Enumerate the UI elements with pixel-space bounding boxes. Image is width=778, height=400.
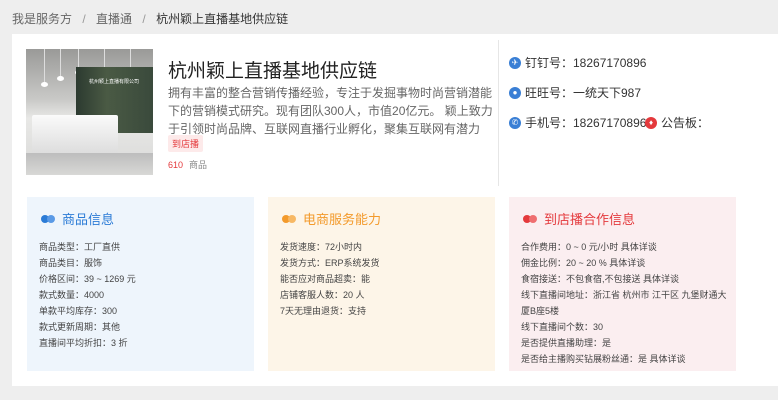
product-info-row: 直播间平均折扣：3 折 — [39, 338, 128, 348]
product-info-title: 商品信息 — [41, 209, 114, 228]
product-count-unit: 商品 — [189, 160, 208, 170]
breadcrumb-separator: / — [142, 12, 146, 26]
product-info-row: 单款平均库存：300 — [39, 306, 118, 316]
ecommerce-service-panel: 电商服务能力 发货速度：72小时内 发货方式：ERP系统发货 能否应对商品超卖：… — [268, 197, 495, 371]
ecommerce-dots-icon — [282, 214, 297, 224]
in-store-tag: 到店播 — [168, 135, 204, 152]
supplier-description: 拥有丰富的整合营销传播经验，专注于发掘事物时尚营销潜能下的营销模式研究。现有团队… — [168, 86, 493, 136]
in-store-cooperation-title-text: 到店播合作信息 — [544, 212, 636, 227]
breadcrumb-item-service-side[interactable]: 我是服务方 — [12, 12, 72, 26]
photo-sign-text: 杭州颖上直播有限公司 — [88, 79, 139, 85]
ecommerce-row: 发货方式：ERP系统发货 — [280, 258, 380, 268]
in-store-dots-icon — [523, 214, 538, 224]
notice-text: 公告板： — [661, 116, 710, 130]
in-store-row: 佣金比例：20 ~ 20 % 具体详谈 — [521, 258, 646, 268]
ecommerce-row: 7天无理由退货：支持 — [280, 306, 367, 316]
phone-text: 手机号：18267170896 — [525, 116, 647, 130]
contact-wangwang: ● 旺旺号：一统天下987 — [509, 84, 641, 101]
product-info-row: 款式数量：4000 — [39, 290, 105, 300]
in-store-cooperation-panel: 到店播合作信息 合作费用：0 ~ 0 元/小时 具体详谈 佣金比例：20 ~ 2… — [509, 197, 736, 371]
dingtalk-icon: ✈ — [509, 56, 521, 69]
product-info-panel: 商品信息 商品类型：工厂直供 商品类目：服饰 价格区间：39 ~ 1269 元 … — [27, 197, 254, 371]
product-info-row: 商品类目：服饰 — [39, 258, 103, 268]
breadcrumb-item-current: 杭州颖上直播基地供应链 — [156, 12, 289, 26]
contact-dingding: ✈ 钉钉号：18267170896 — [509, 54, 646, 71]
in-store-row: 是否提供直播助理：是 — [521, 338, 612, 348]
supplier-card: 杭州颖上直播有限公司 杭州颖上直播基地供应链 拥有丰富的整合营销传播经验，专注于… — [12, 34, 778, 386]
product-info-row: 价格区间：39 ~ 1269 元 — [39, 274, 136, 284]
breadcrumb: 我是服务方 / 直播通 / 杭州颖上直播基地供应链 — [12, 10, 288, 27]
product-info-title-text: 商品信息 — [62, 212, 115, 227]
phone-icon: ✆ — [509, 116, 521, 129]
product-info-row: 款式更新周期：其他 — [39, 322, 121, 332]
product-count-value: 610 — [168, 160, 184, 170]
notice-icon: ♦ — [645, 116, 657, 129]
product-info-dots-icon — [41, 214, 56, 224]
wangwang-text: 旺旺号：一统天下987 — [525, 86, 642, 100]
ecommerce-row: 发货速度：72小时内 — [280, 242, 363, 252]
in-store-row: 是否给主播购买钻展粉丝通：是 具体详谈 — [521, 354, 686, 364]
in-store-row: 食宿接送：不包食宿,不包接送 具体详谈 — [521, 274, 680, 284]
ecommerce-service-title-text: 电商服务能力 — [303, 212, 382, 227]
in-store-row: 合作费用：0 ~ 0 元/小时 具体详谈 — [521, 242, 657, 252]
contact-phone: ✆ 手机号：18267170896 — [509, 114, 646, 131]
breadcrumb-separator: / — [82, 12, 86, 26]
wangwang-icon: ● — [509, 86, 521, 99]
ecommerce-service-title: 电商服务能力 — [282, 209, 381, 228]
in-store-row: 线下直播间个数：30 — [521, 322, 604, 332]
product-count: 610 商品 — [168, 158, 207, 171]
in-store-row: 线下直播间地址：浙江省 杭州市 江干区 九堡财通大厦B座5楼 — [521, 290, 727, 316]
ecommerce-row: 能否应对商品超卖：能 — [280, 274, 371, 284]
contact-notice: ♦ 公告板： — [645, 114, 709, 131]
in-store-cooperation-title: 到店播合作信息 — [523, 209, 635, 228]
dingding-text: 钉钉号：18267170896 — [525, 56, 647, 70]
ecommerce-row: 店铺客服人数：20 人 — [280, 290, 365, 300]
product-info-row: 商品类型：工厂直供 — [39, 242, 121, 252]
breadcrumb-item-live-channel[interactable]: 直播通 — [96, 12, 132, 26]
vertical-divider — [498, 40, 499, 186]
supplier-photo: 杭州颖上直播有限公司 — [26, 49, 153, 175]
supplier-name: 杭州颖上直播基地供应链 — [168, 61, 378, 82]
